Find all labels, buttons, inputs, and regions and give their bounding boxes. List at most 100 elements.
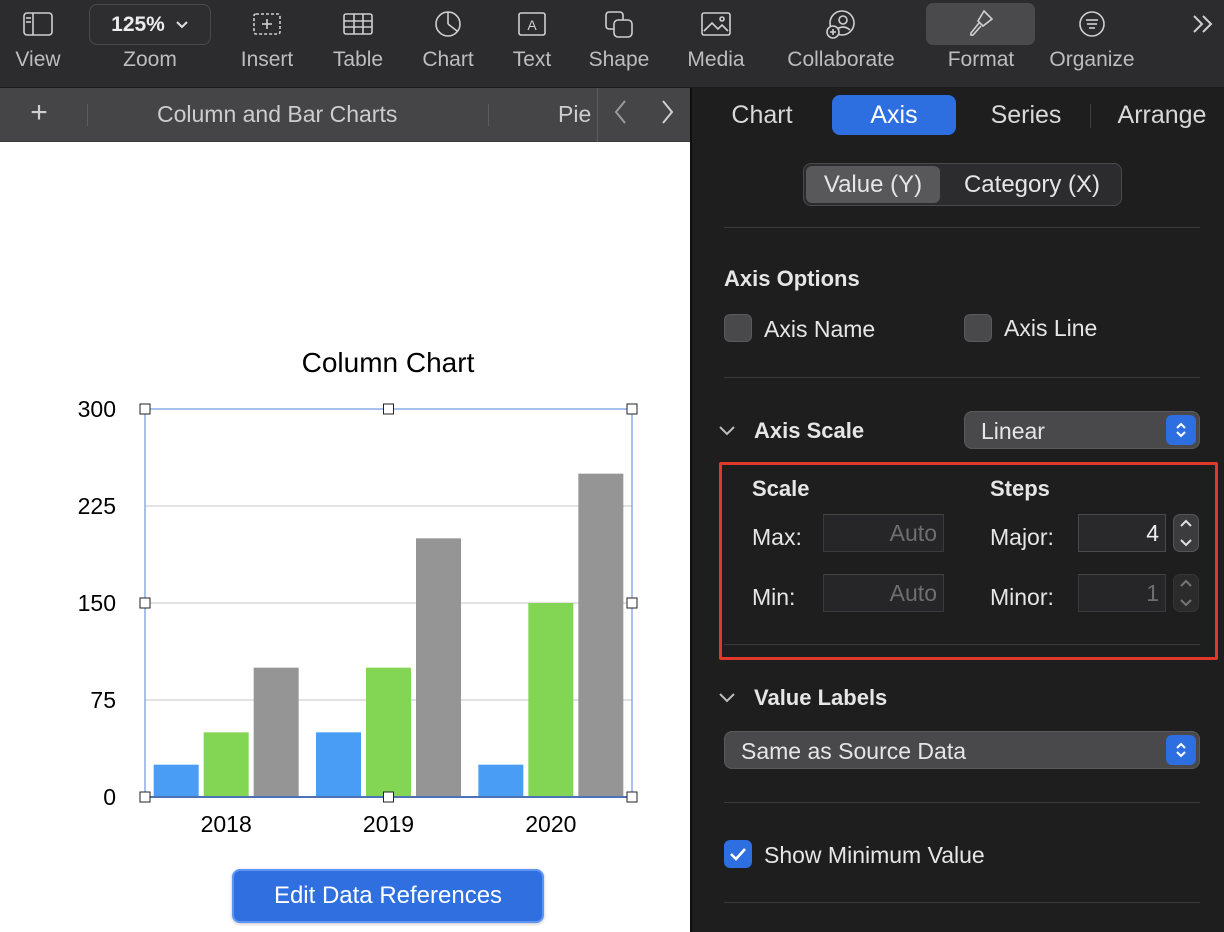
add-sheet-button[interactable]: + (24, 96, 54, 130)
selection-handle (383, 403, 394, 415)
x-tick-label: 2018 (201, 811, 252, 837)
format-button[interactable]: Format (936, 0, 1026, 88)
text-button[interactable]: A Text (505, 0, 559, 88)
divider (724, 377, 1200, 378)
show-minimum-label: Show Minimum Value (764, 842, 985, 868)
zoom-label: Zoom (123, 48, 177, 71)
edit-data-references-button[interactable]: Edit Data References (232, 869, 544, 923)
next-sheet-button[interactable] (657, 97, 677, 134)
tab-arrange[interactable]: Arrange (1104, 95, 1220, 135)
selection-handle (626, 403, 638, 415)
major-label: Major: (990, 524, 1054, 550)
tab-divider (488, 104, 489, 126)
shape-icon (605, 11, 633, 38)
media-label: Media (687, 48, 745, 71)
chart-bar (316, 732, 361, 797)
selection-handle (139, 403, 151, 415)
organize-button[interactable]: Organize (1042, 0, 1142, 88)
selection-handle (139, 597, 151, 609)
column-chart[interactable]: Column Chart 0 75 150 225 300 2018 2019 2020 (0, 142, 690, 932)
max-field[interactable]: Auto (823, 514, 944, 552)
svg-text:A: A (527, 17, 537, 33)
segment-category-x[interactable]: Category (X) (944, 166, 1120, 203)
zoom-control: Zoom (110, 0, 190, 88)
value-labels-popup[interactable]: Same as Source Data (724, 731, 1200, 769)
chart-label: Chart (422, 48, 474, 71)
toolbar: View 125% Zoom Insert Table Chart A Text… (0, 0, 1224, 88)
minor-steps-field[interactable]: 1 (1078, 574, 1166, 612)
minor-label: Minor: (990, 584, 1054, 610)
tab-series[interactable]: Series (976, 95, 1076, 135)
sheet-tab-column-bar[interactable]: Column and Bar Charts (157, 101, 397, 128)
major-steps-field[interactable]: 4 (1078, 514, 1166, 552)
min-label: Min: (752, 584, 796, 610)
axis-scale-value: Linear (981, 418, 1045, 444)
shape-button[interactable]: Shape (583, 0, 655, 88)
chart-bar (528, 603, 574, 797)
chart-bar (203, 732, 249, 797)
organize-label: Organize (1049, 48, 1135, 71)
chart-icon (435, 11, 461, 37)
divider (724, 902, 1200, 903)
axis-name-label: Axis Name (764, 316, 876, 342)
chevron-up-icon (1180, 579, 1192, 587)
axis-segmented-control: Value (Y) Category (X) (803, 163, 1122, 206)
sheet-tab-pie[interactable]: Pie (558, 101, 591, 128)
chart-bar (253, 667, 299, 797)
axis-name-checkbox[interactable] (724, 314, 752, 342)
tab-axis[interactable]: Axis (832, 95, 956, 135)
format-inspector: Chart Axis Series Arrange Value (Y) Cate… (692, 88, 1224, 932)
scale-heading: Scale (752, 476, 810, 501)
axis-scale-label: Axis Scale (754, 418, 865, 443)
collaborate-label: Collaborate (787, 48, 895, 71)
insert-label: Insert (240, 48, 294, 71)
insert-button[interactable]: Insert (232, 0, 302, 88)
previous-sheet-button[interactable] (611, 97, 631, 134)
divider (724, 227, 1200, 228)
selection-handle (383, 791, 394, 803)
segment-value-y[interactable]: Value (Y) (806, 166, 940, 203)
view-label: View (15, 48, 61, 71)
text-box-icon: A (518, 12, 546, 36)
axis-line-checkbox[interactable] (964, 314, 992, 342)
updown-chevron-icon (1166, 415, 1196, 445)
major-steps-stepper[interactable] (1173, 514, 1199, 552)
value-labels-value: Same as Source Data (741, 738, 967, 764)
tab-divider (87, 104, 88, 126)
axis-scale-popup[interactable]: Linear (964, 411, 1200, 449)
chevron-down-icon (1180, 599, 1192, 607)
y-tick-label: 225 (78, 493, 116, 519)
format-label: Format (947, 48, 1015, 71)
organize-icon (1079, 11, 1105, 37)
chart-button[interactable]: Chart (415, 0, 481, 88)
chart-bar (366, 667, 411, 797)
table-button[interactable]: Table (325, 0, 391, 88)
chevron-left-icon (614, 100, 626, 124)
document-canvas: Column Chart 0 75 150 225 300 2018 2019 2020 Edi… (0, 142, 690, 932)
value-labels-disclosure[interactable] (718, 688, 736, 709)
collaborate-button[interactable]: Collaborate (778, 0, 904, 88)
minor-steps-stepper[interactable] (1173, 574, 1199, 612)
show-minimum-checkbox[interactable] (724, 840, 752, 868)
chart-bar (478, 764, 524, 797)
media-button[interactable]: Media (680, 0, 752, 88)
selection-handle (626, 791, 638, 803)
selection-handle (626, 597, 638, 609)
tab-chart[interactable]: Chart (712, 95, 812, 135)
chevron-down-icon (719, 426, 735, 436)
axis-scale-disclosure[interactable] (718, 421, 736, 442)
y-tick-label: 300 (78, 396, 116, 422)
min-field[interactable]: Auto (823, 574, 944, 612)
divider (724, 802, 1200, 803)
paintbrush-icon (969, 9, 994, 37)
selection-handle (139, 791, 151, 803)
y-tick-label: 75 (90, 687, 116, 713)
checkmark-icon (730, 848, 746, 861)
table-icon (343, 13, 373, 35)
toolbar-overflow-button[interactable] (1186, 0, 1220, 88)
chart-bar (153, 764, 199, 797)
view-button[interactable]: View (10, 0, 66, 88)
y-tick-label: 0 (103, 784, 116, 810)
divider (724, 644, 1200, 645)
chevron-down-icon (1180, 539, 1192, 547)
